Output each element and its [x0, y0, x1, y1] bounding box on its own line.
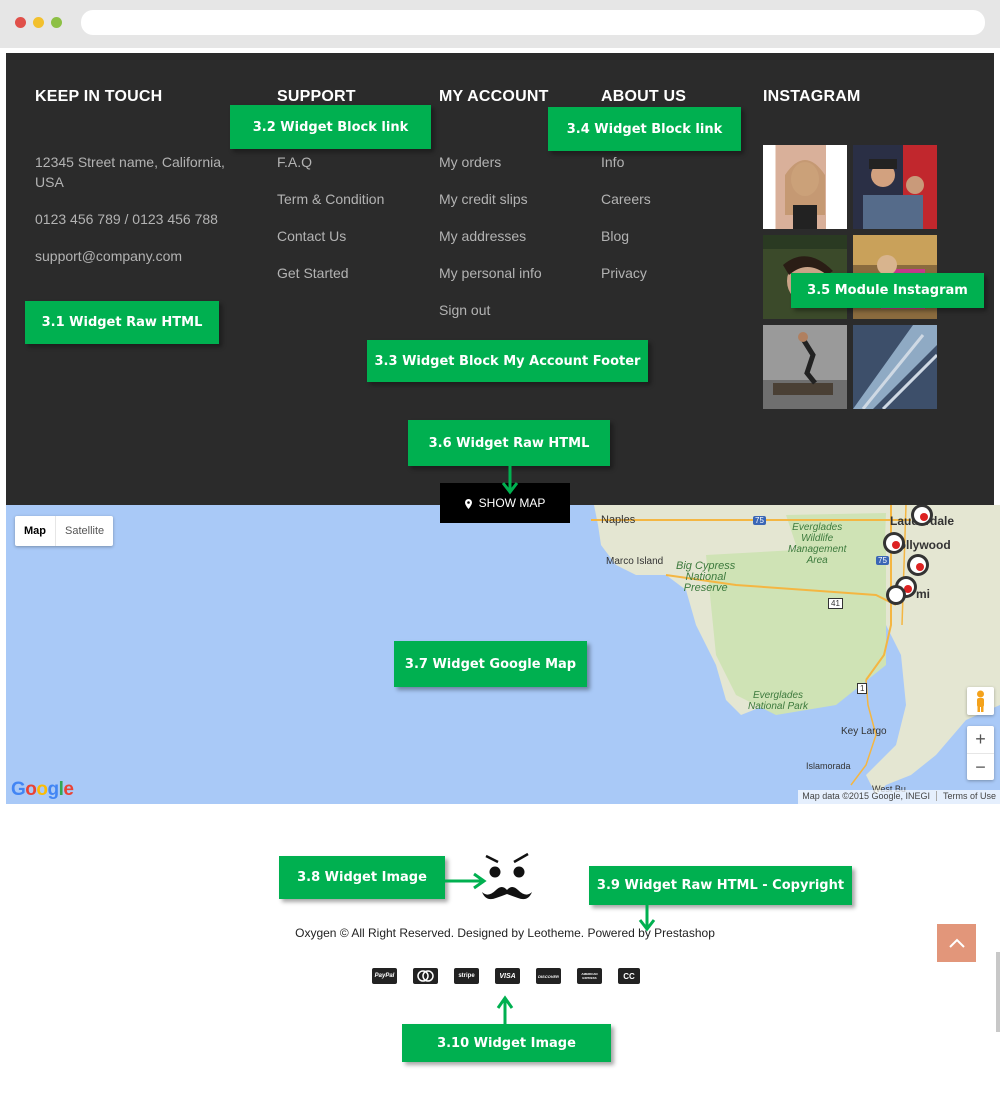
map-label-big-cypress: Big Cypress National Preserve: [676, 560, 736, 594]
minimize-window-icon[interactable]: [33, 17, 44, 28]
my-credit-slips-link[interactable]: My credit slips: [439, 191, 528, 207]
map-label-everglades-wma: Everglades Wildlife Management Area: [788, 522, 847, 566]
zoom-in-button[interactable]: +: [967, 726, 994, 753]
map-data-text: Map data ©2015 Google, INEGI: [802, 791, 930, 801]
instagram-title: INSTAGRAM: [763, 88, 861, 105]
back-to-top-button[interactable]: [937, 924, 976, 962]
careers-link[interactable]: Careers: [601, 191, 651, 207]
map-type-toggle[interactable]: Map Satellite: [15, 516, 114, 546]
my-addresses-link[interactable]: My addresses: [439, 228, 526, 244]
annotation-3-3: 3.3 Widget Block My Account Footer: [367, 340, 648, 382]
visa-icon: VISA: [495, 968, 520, 984]
map-type-satellite[interactable]: Satellite: [55, 516, 113, 546]
keep-in-touch-title: KEEP IN TOUCH: [35, 88, 163, 105]
zoom-controls: + −: [967, 726, 994, 780]
address-line-1: 12345 Street name, California,: [35, 154, 225, 170]
map-label-key-largo: Key Largo: [841, 726, 887, 737]
my-account-title: MY ACCOUNT: [439, 88, 549, 105]
support-email-link[interactable]: support@company.com: [35, 248, 182, 264]
blog-link[interactable]: Blog: [601, 228, 629, 244]
annotation-3-4: 3.4 Widget Block link: [548, 107, 741, 151]
annotation-3-1: 3.1 Widget Raw HTML: [25, 301, 219, 344]
term-condition-link[interactable]: Term & Condition: [277, 191, 384, 207]
annotation-3-10: 3.10 Widget Image: [402, 1024, 611, 1062]
mustache-logo-image: [480, 852, 534, 902]
paypal-icon: PayPal: [372, 968, 397, 984]
address-line-2: USA: [35, 174, 64, 190]
copyright-text: Oxygen © All Right Reserved. Designed by…: [295, 926, 715, 940]
zoom-out-button[interactable]: −: [967, 753, 994, 780]
show-map-button[interactable]: SHOW MAP: [440, 483, 570, 523]
google-logo[interactable]: Google: [11, 779, 74, 801]
instagram-photo-1[interactable]: [763, 145, 847, 229]
close-window-icon[interactable]: [15, 17, 26, 28]
faq-link[interactable]: F.A.Q: [277, 154, 312, 170]
map-attribution: Map data ©2015 Google, INEGI Terms of Use: [798, 790, 1000, 804]
discover-icon: DISCOVER: [536, 968, 561, 984]
highway-41-shield: 41: [828, 598, 843, 609]
arrow-3-10-head: [496, 995, 514, 1009]
phone-numbers: 0123 456 789 / 0123 456 788: [35, 211, 218, 227]
annotation-3-8: 3.8 Widget Image: [279, 856, 445, 899]
store-markers[interactable]: [876, 505, 936, 615]
mastercard-icon: [413, 968, 438, 984]
support-title: SUPPORT: [277, 88, 356, 105]
scrollbar-edge: [996, 952, 1000, 1032]
instagram-photo-6[interactable]: [853, 325, 939, 411]
street-view-pegman-icon[interactable]: [967, 687, 994, 715]
map-label-islamorada: Islamorada: [806, 761, 851, 771]
map-label-naples: Naples: [601, 514, 636, 526]
sign-out-link[interactable]: Sign out: [439, 302, 490, 318]
browser-chrome: [0, 0, 1000, 48]
my-personal-info-link[interactable]: My personal info: [439, 265, 542, 281]
info-link[interactable]: Info: [601, 154, 624, 170]
my-orders-link[interactable]: My orders: [439, 154, 501, 170]
address-bar[interactable]: [81, 10, 985, 35]
credit-card-icon: CC: [618, 968, 640, 984]
highway-75-shield: 75: [753, 516, 766, 525]
map-type-map[interactable]: Map: [15, 516, 55, 546]
annotation-3-6: 3.6 Widget Raw HTML: [408, 420, 610, 466]
instagram-photo-5[interactable]: [763, 325, 847, 409]
annotation-3-7: 3.7 Widget Google Map: [394, 641, 587, 687]
contact-us-link[interactable]: Contact Us: [277, 228, 346, 244]
about-us-title: ABOUT US: [601, 88, 687, 105]
chevron-up-icon: [948, 938, 965, 948]
show-map-label: SHOW MAP: [478, 496, 546, 510]
page: KEEP IN TOUCH SUPPORT MY ACCOUNT ABOUT U…: [0, 0, 1000, 1116]
maximize-window-icon[interactable]: [51, 17, 62, 28]
map-label-everglades-np: Everglades National Park: [748, 690, 809, 712]
map-label-marco-island: Marco Island: [606, 556, 664, 567]
highway-1-shield: 1: [857, 683, 868, 694]
annotation-3-2: 3.2 Widget Block link: [230, 105, 431, 149]
get-started-link[interactable]: Get Started: [277, 265, 349, 281]
annotation-3-5: 3.5 Module Instagram: [791, 273, 984, 308]
instagram-photo-2[interactable]: [853, 145, 937, 229]
map-pin-icon: [464, 498, 472, 509]
american-express-icon: AMERICAN EXPRESS: [577, 968, 602, 984]
privacy-link[interactable]: Privacy: [601, 265, 647, 281]
stripe-icon: stripe: [454, 968, 479, 984]
annotation-3-9: 3.9 Widget Raw HTML - Copyright: [589, 866, 852, 905]
terms-of-use-link[interactable]: Terms of Use: [935, 791, 996, 801]
